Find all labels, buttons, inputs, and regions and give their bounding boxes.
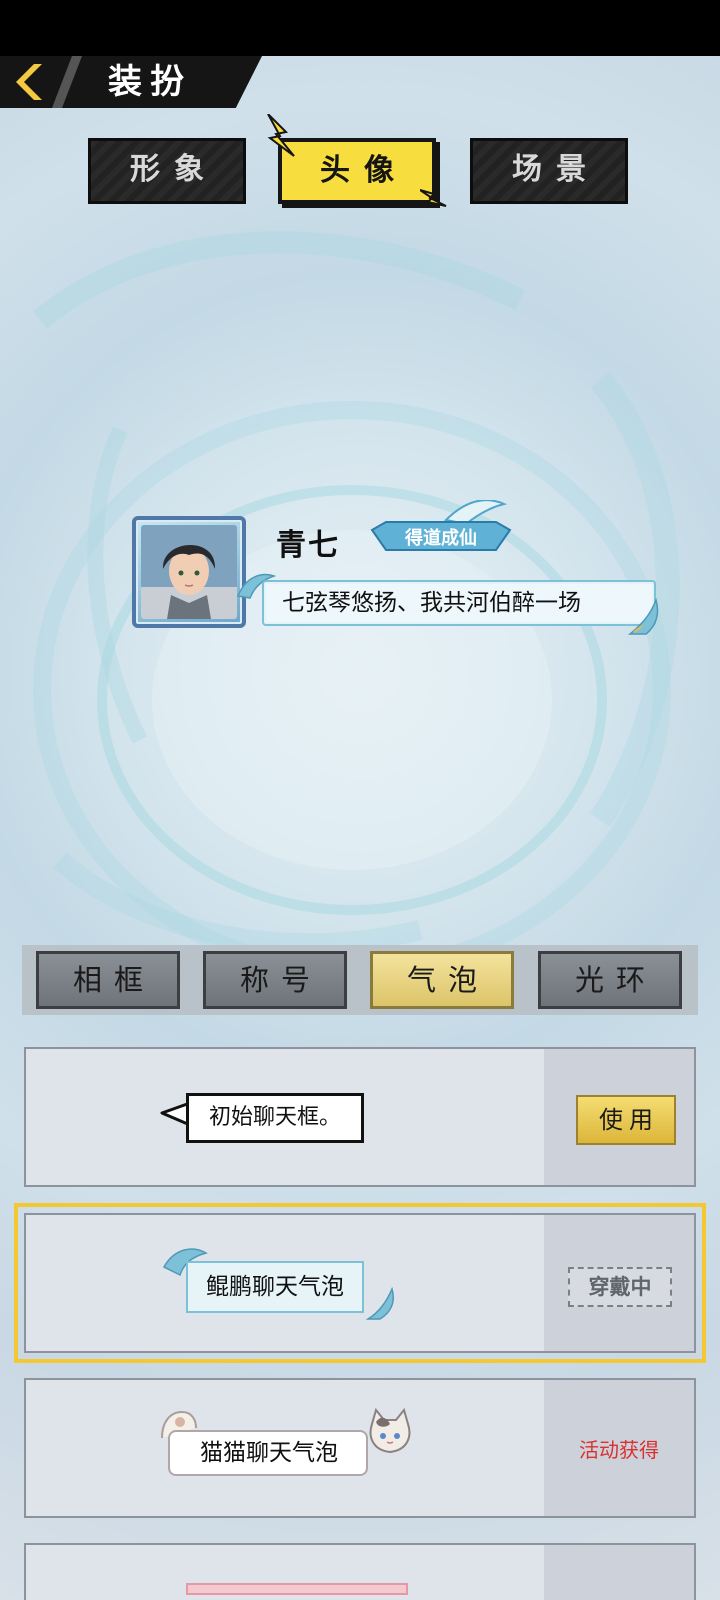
- item-action-area: [544, 1545, 694, 1600]
- bubble-item-partial[interactable]: [24, 1543, 696, 1600]
- tab-halo[interactable]: 光环: [538, 951, 682, 1009]
- fin-ornament-icon: [627, 597, 659, 635]
- cat-face-icon: [369, 1407, 411, 1454]
- bubble-item-kunpeng[interactable]: 鲲鹏聊天气泡 穿戴中: [14, 1203, 706, 1363]
- back-arrow-icon[interactable]: [10, 62, 46, 102]
- tab-bubble[interactable]: 气泡: [370, 951, 514, 1009]
- bubble-preview: [186, 1583, 408, 1595]
- tab-scene[interactable]: 场景: [470, 138, 628, 204]
- bubble-preview: 猫猫聊天气泡: [168, 1430, 368, 1476]
- header-divider: [52, 56, 82, 108]
- tab-frame[interactable]: 相框: [36, 951, 180, 1009]
- item-action-area: 穿戴中: [544, 1215, 694, 1351]
- item-action-area: 使用: [544, 1049, 694, 1185]
- tab-title[interactable]: 称号: [203, 951, 347, 1009]
- title-badge-text: 得道成仙: [404, 527, 477, 549]
- tab-appearance[interactable]: 形象: [88, 138, 246, 204]
- preview-chat-bubble: 七弦琴悠扬、我共河伯醉一场: [262, 580, 656, 626]
- avatar-frame: [132, 516, 246, 628]
- event-obtain-label: 活动获得: [579, 1438, 659, 1462]
- lightning-bolt-icon: [267, 114, 295, 157]
- item-action-area: 活动获得: [544, 1380, 694, 1516]
- bubble-preview: 鲲鹏聊天气泡: [186, 1261, 364, 1313]
- lightning-bolt-icon: [420, 189, 447, 207]
- avatar: [141, 525, 237, 619]
- page-title: 装扮: [108, 62, 192, 102]
- status-bar: [0, 0, 720, 56]
- tab-avatar[interactable]: 头像: [278, 138, 436, 204]
- use-button[interactable]: 使用: [576, 1095, 676, 1145]
- player-name: 青七: [276, 528, 340, 563]
- bubble-preview: 初始聊天框。: [186, 1093, 365, 1143]
- fin-ornament-icon: [366, 1287, 394, 1320]
- bubble-item-initial[interactable]: 初始聊天框。 使用: [24, 1047, 696, 1187]
- wearing-stamp: 穿戴中: [568, 1267, 672, 1307]
- bubble-item-cat[interactable]: 猫猫聊天气泡 活动获得: [24, 1378, 696, 1518]
- title-badge-icon: 得道成仙: [370, 500, 512, 551]
